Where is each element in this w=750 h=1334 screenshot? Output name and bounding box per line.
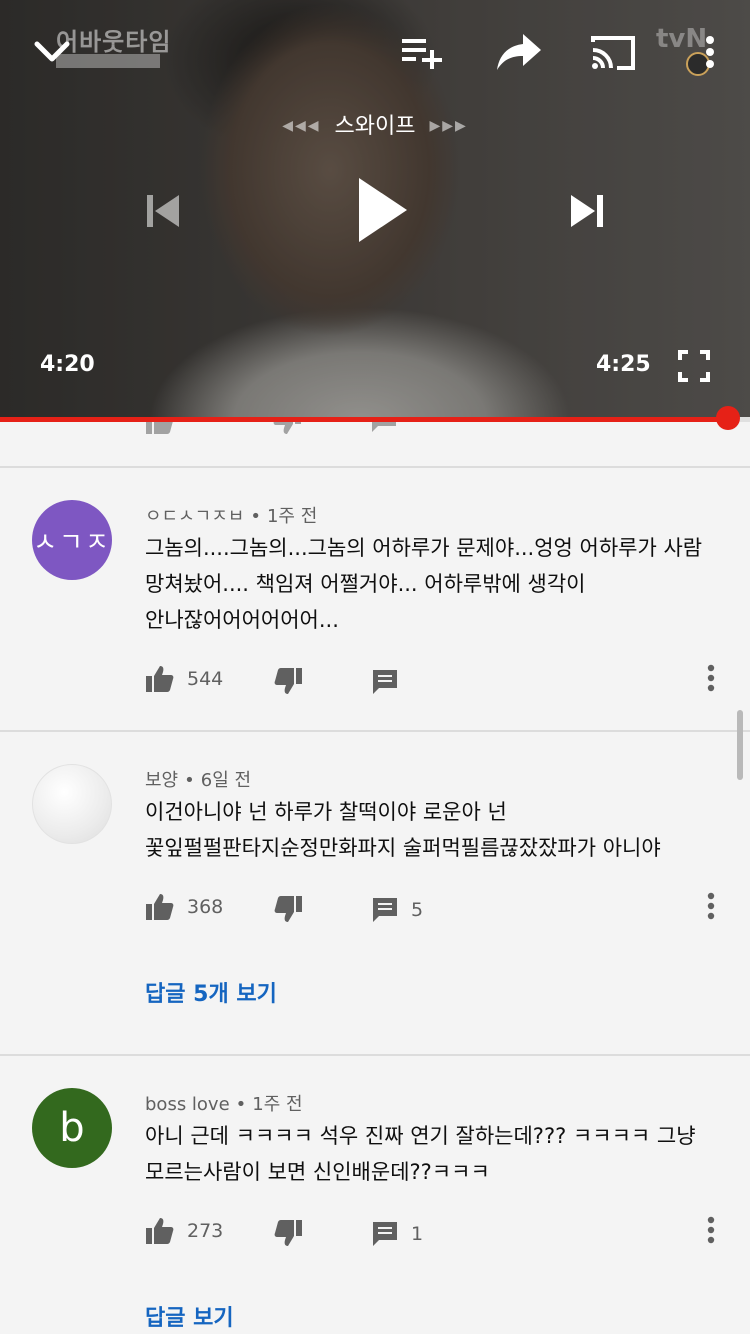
previous-button[interactable] (140, 188, 186, 234)
like-count: 273 (187, 1220, 224, 1242)
thumbs-down-icon (273, 422, 301, 434)
dislike-button[interactable] (273, 894, 303, 924)
avatar-initials: ㅅㄱㅈ (33, 527, 111, 558)
next-icon (571, 195, 603, 227)
video-duration: 4:25 (596, 352, 651, 377)
swipe-label: 스와이프 (334, 114, 416, 139)
reply-button[interactable]: 1 (371, 1220, 423, 1248)
add-to-playlist-button[interactable] (398, 32, 446, 72)
thumbs-up-icon (146, 422, 173, 434)
comment-age: 1주 전 (266, 506, 318, 527)
current-time: 4:20 (40, 352, 95, 377)
comment-divider (0, 1054, 750, 1056)
fullscreen-button[interactable] (676, 348, 712, 384)
reply-button[interactable]: 5 (371, 896, 423, 924)
cast-icon (591, 36, 635, 70)
add-to-playlist-icon (402, 39, 442, 69)
thumbs-up-icon (146, 666, 174, 692)
reply-count: 5 (411, 899, 424, 921)
comment-more-button[interactable] (707, 1216, 715, 1244)
comment-author[interactable]: ㅇㄷㅅㄱㅈㅂ (145, 506, 244, 527)
comment-icon (372, 422, 396, 432)
more-options-button[interactable] (696, 30, 724, 74)
cast-button[interactable] (588, 30, 638, 74)
more-vert-icon (707, 664, 715, 692)
scrollbar[interactable] (737, 710, 743, 780)
comment-text: 그놈의....그놈의...그놈의 어하루가 문제야...엉엉 어하루가 사람 망… (145, 536, 703, 632)
previous-comment-actions (0, 422, 750, 466)
comment-more-button[interactable] (707, 664, 715, 692)
play-icon (359, 178, 407, 242)
comment-meta: ㅇㄷㅅㄱㅈㅂ • 1주 전 (145, 502, 317, 528)
meta-separator: • (184, 770, 195, 791)
comment-text: 아니 근데 ㅋㅋㅋㅋ 석우 진짜 연기 잘하는데??? ㅋㅋㅋㅋ 그냥 모르는사… (145, 1124, 696, 1184)
comment-icon (373, 1222, 397, 1246)
share-icon (497, 34, 541, 70)
like-button[interactable]: 368 (145, 892, 223, 922)
comment-meta: boss love • 1주 전 (145, 1090, 303, 1116)
previous-icon (147, 195, 179, 227)
like-count: 368 (187, 896, 224, 918)
reply-count: 1 (411, 1223, 424, 1245)
thumbs-down-icon (274, 1220, 302, 1246)
thumbs-up-icon (146, 894, 174, 920)
next-button[interactable] (564, 188, 610, 234)
swipe-left-arrows-icon: ◀◀◀ (282, 118, 321, 134)
swipe-right-arrows-icon: ▶▶▶ (429, 118, 468, 134)
chevron-down-icon (34, 41, 70, 62)
thumbs-up-icon (146, 1218, 174, 1244)
comment-more-button[interactable] (707, 892, 715, 920)
minimize-button[interactable] (30, 30, 74, 74)
more-vert-icon (707, 892, 715, 920)
comment-icon (373, 670, 397, 694)
fullscreen-icon (678, 350, 710, 382)
like-count: 544 (187, 668, 224, 690)
reply-button[interactable] (371, 668, 411, 696)
more-vert-icon (706, 36, 714, 68)
swipe-hint: ◀◀◀ 스와이프 ▶▶▶ (0, 108, 750, 140)
video-player[interactable]: 어바웃타임 tvN ◀◀◀ 스와이프 ▶▶▶ 4:20 4:25 (0, 0, 750, 418)
avatar[interactable]: ㅅㄱㅈ (32, 500, 112, 580)
meta-separator: • (250, 506, 261, 527)
view-replies-link[interactable]: 답글 5개 보기 (145, 976, 277, 1008)
comment-text: 이건아니야 넌 하루가 찰떡이야 로운아 넌 꽃잎펄펄판타지순정만화파지 술퍼먹… (145, 800, 661, 860)
comment-divider (0, 466, 750, 468)
play-button[interactable] (348, 172, 414, 248)
comment-age: 1주 전 (252, 1094, 303, 1115)
share-button[interactable] (494, 30, 544, 74)
comment-author[interactable]: 보양 (145, 770, 178, 791)
comment-meta: 보양 • 6일 전 (145, 766, 251, 792)
thumbs-down-icon (274, 896, 302, 922)
comment-actions: 544 (145, 664, 735, 698)
like-button[interactable]: 544 (145, 664, 223, 694)
dislike-button[interactable] (273, 1218, 303, 1248)
view-replies-link[interactable]: 답글 보기 (145, 1300, 234, 1332)
comment-divider (0, 730, 750, 732)
avatar[interactable]: b (32, 1088, 112, 1168)
meta-separator: • (235, 1094, 247, 1115)
like-button[interactable]: 273 (145, 1216, 223, 1246)
comment-age: 6일 전 (200, 770, 252, 791)
comment-actions: 368 5 (145, 892, 735, 926)
more-vert-icon (707, 1216, 715, 1244)
avatar[interactable] (32, 764, 112, 844)
comment-icon (373, 898, 397, 922)
comments-list[interactable]: ㅅㄱㅈ ㅇㄷㅅㄱㅈㅂ • 1주 전 그놈의....그놈의...그놈의 어하루가 문제… (0, 422, 750, 1334)
avatar-initials: b (59, 1105, 85, 1151)
comment-actions: 273 1 (145, 1216, 735, 1250)
thumbs-down-icon (274, 668, 302, 694)
comment-author[interactable]: boss love (145, 1094, 230, 1115)
dislike-button[interactable] (273, 666, 303, 696)
